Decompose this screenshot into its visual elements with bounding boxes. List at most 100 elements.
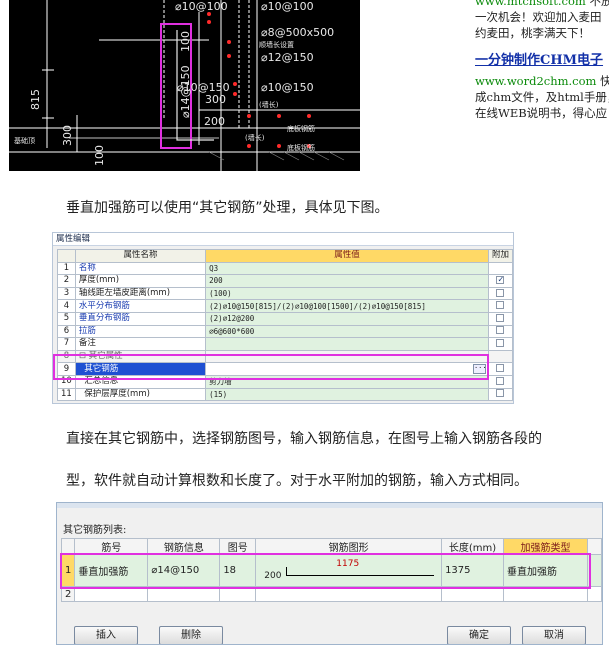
append-checkbox[interactable] — [496, 376, 505, 385]
property-table: 属性名称 属性值 附加 1 名称 Q3 2 厚度(mm) 200 3 轴线距左墙… — [57, 249, 513, 402]
row-number: 2 — [60, 586, 76, 602]
property-value[interactable]: 200 — [205, 274, 489, 288]
ad-url-link[interactable]: www.mtcnsoft.com — [475, 0, 586, 8]
extra-cell — [487, 286, 513, 301]
fig-no-cell[interactable]: 18 — [219, 554, 257, 587]
filler-cell — [587, 554, 602, 587]
cad-dimension: 100 — [93, 145, 106, 166]
table-row[interactable]: 5 垂直分布钢筋 (2)⌀12@200 — [57, 311, 513, 326]
row-number: 3 — [57, 286, 76, 301]
bar-shape-cell[interactable]: 200 1175 — [255, 554, 443, 587]
property-value[interactable]: (2)⌀10@150[815]/(2)⌀10@100[1500]/(2)⌀10@… — [205, 299, 489, 313]
table-row[interactable]: 11 保护层厚度(mm) (15) — [57, 387, 513, 402]
fig-no-cell[interactable] — [219, 586, 257, 602]
ad-text: 成chm文件，及html手册， — [475, 90, 609, 104]
property-value[interactable]: Q3 — [205, 261, 489, 276]
ok-button[interactable]: 确定 — [447, 626, 511, 644]
append-checkbox[interactable] — [496, 313, 505, 322]
table-row[interactable]: 10 汇总信息 剪力墙 — [57, 374, 513, 389]
property-value[interactable]: (2)⌀12@200 — [205, 311, 489, 326]
property-name: 汇总信息 — [74, 374, 207, 389]
append-checkbox[interactable] — [496, 364, 505, 373]
table-row[interactable]: 3 轴线距左墙皮距离(mm) (100) — [57, 286, 513, 301]
extra-cell — [487, 362, 513, 376]
append-checkbox[interactable] — [496, 326, 505, 335]
row-number: 5 — [57, 311, 76, 326]
table-row[interactable]: 1 名称 Q3 — [57, 261, 513, 276]
paragraph: 垂直加强筋可以使用“其它钢筋”处理，具体见下图。 — [66, 200, 389, 216]
cad-note: 底板钢筋 — [287, 143, 315, 152]
table-row[interactable]: 7 备注 — [57, 337, 513, 351]
table-row[interactable]: 6 拉筋 ⌀6@600*600 — [57, 324, 513, 339]
extra-cell — [487, 274, 513, 288]
ad-text: 不放过 — [589, 0, 609, 8]
column-header: 加强筋类型 — [503, 538, 588, 555]
append-checkbox[interactable] — [496, 389, 505, 398]
table-row[interactable]: 2 厚度(mm) 200 — [57, 274, 513, 288]
table-header-row: 属性名称 属性值 附加 — [57, 249, 513, 263]
type-cell[interactable] — [503, 586, 588, 602]
paragraph: 直接在其它钢筋中，选择钢筋图号，输入钢筋信息，在图号上输入钢筋各段的 — [66, 431, 542, 447]
cad-dimension: 300 — [61, 125, 74, 146]
shape-main-line — [286, 575, 435, 576]
property-name[interactable]: 其它钢筋 — [74, 362, 207, 376]
delete-button[interactable]: 删除 — [159, 626, 223, 644]
shape-center-length[interactable]: 1175 — [336, 559, 359, 569]
cad-label: ⌀14@150 — [179, 65, 192, 118]
row-number: 10 — [57, 374, 76, 389]
property-name: 垂直分布钢筋 — [74, 311, 207, 326]
extra-cell — [487, 261, 513, 276]
insert-button[interactable]: 插入 — [74, 626, 138, 644]
filler-cell — [587, 586, 602, 602]
bar-no-cell[interactable] — [74, 586, 149, 602]
group-name[interactable]: ⊟ 其它属性 — [74, 349, 207, 364]
rebar-table: 筋号 钢筋信息 图号 钢筋图形 长度(mm) 加强筋类型 1 垂直加强筋 ⌀14… — [60, 538, 602, 602]
ad-url-link[interactable]: www.word2chm.com — [475, 74, 596, 88]
table-header-row: 筋号 钢筋信息 图号 钢筋图形 长度(mm) 加强筋类型 — [60, 538, 602, 555]
property-value[interactable]: ⌀6@600*600 — [205, 324, 489, 339]
property-name: 拉筋 — [74, 324, 207, 339]
property-value[interactable]: (100) — [205, 286, 489, 301]
bar-info-cell[interactable]: ⌀14@150 — [147, 554, 221, 587]
group-label: 其它属性 — [88, 351, 123, 362]
other-rebar-dialog: 其它钢筋列表: 筋号 钢筋信息 图号 钢筋图形 长度(mm) 加强筋类型 1 垂… — [56, 502, 603, 645]
group-row[interactable]: 8 ⊟ 其它属性 — [57, 349, 513, 364]
property-name: 厚度(mm) — [74, 274, 207, 288]
bar-info-cell[interactable] — [147, 586, 221, 602]
collapse-icon[interactable]: ⊟ — [79, 351, 89, 361]
table-row[interactable]: 2 — [60, 586, 602, 602]
cad-label: 100 — [179, 31, 192, 52]
column-header: 属性值 — [205, 249, 489, 263]
bar-no-cell[interactable]: 垂直加强筋 — [74, 554, 149, 587]
extra-cell — [487, 311, 513, 326]
shape-left-length[interactable]: 200 — [264, 571, 281, 581]
column-header: 属性名称 — [74, 249, 207, 263]
append-checkbox[interactable] — [496, 301, 505, 310]
cancel-button[interactable]: 取消 — [522, 626, 586, 644]
row-number: 1 — [57, 261, 76, 276]
table-row-selected[interactable]: 9 其它钢筋 ··· — [57, 362, 513, 376]
append-checkbox[interactable] — [496, 288, 505, 297]
property-value[interactable]: ··· — [205, 362, 489, 376]
property-value[interactable] — [205, 337, 489, 351]
table-row[interactable]: 4 水平分布钢筋 (2)⌀10@150[815]/(2)⌀10@100[1500… — [57, 299, 513, 313]
column-header: 长度(mm) — [441, 538, 505, 555]
ad-text: 在线WEB说明书，得心应 — [475, 106, 608, 120]
ellipsis-button[interactable]: ··· — [472, 364, 487, 375]
row-number: 2 — [57, 274, 76, 288]
ad-line: www.mtcnsoft.com 不放过 — [475, 0, 609, 9]
cad-note: (墙长) — [245, 133, 265, 142]
append-checkbox[interactable] — [496, 276, 505, 285]
row-number: 1 — [60, 554, 76, 587]
table-row[interactable]: 1 垂直加强筋 ⌀14@150 18 200 1175 1375 垂直加强筋 — [60, 554, 602, 587]
property-value[interactable]: 剪力墙 — [205, 374, 489, 389]
panel-title: 属性编辑 — [53, 233, 513, 246]
cad-label: ⌀8@500x500 — [261, 26, 334, 39]
append-checkbox[interactable] — [496, 338, 505, 347]
cad-label: ⌀10@150 — [261, 81, 314, 94]
type-cell[interactable]: 垂直加强筋 — [503, 554, 588, 587]
bar-shape-cell[interactable] — [255, 586, 443, 602]
cad-label: 300 — [205, 93, 226, 106]
ad-title-link[interactable]: 一分钟制作CHM电子 — [475, 53, 603, 69]
property-value[interactable]: (15) — [205, 387, 489, 402]
